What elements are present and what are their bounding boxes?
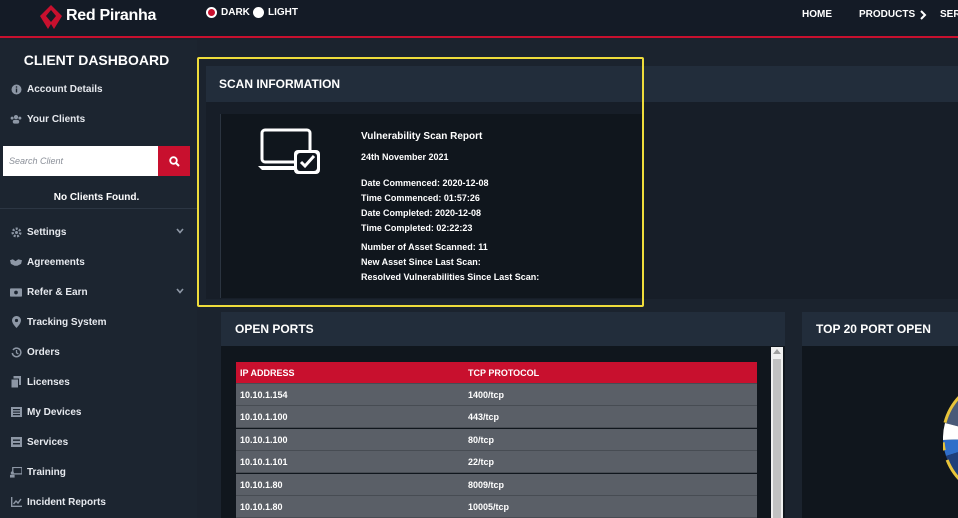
nav-home[interactable]: HOME [802,9,832,20]
no-clients-message: No Clients Found. [53,192,140,203]
table-row[interactable]: 10.10.1.100 80/tcp [236,429,757,451]
users-icon [10,113,22,125]
client-search [3,146,190,176]
top-20-ports-card: TOP 20 PORT OPEN [802,312,958,518]
protocol-cell: 443/tcp [468,411,500,422]
theme-light-label: LIGHT [268,7,298,18]
radio-unselected-icon[interactable] [253,7,264,18]
chart-icon [10,496,22,508]
theme-light-option[interactable]: LIGHT [253,7,298,18]
nav-products[interactable]: PRODUCTS [859,9,927,20]
sidebar-item-label: Your Clients [27,113,86,125]
ip-cell: 10.10.1.100 [240,434,288,445]
sidebar-item-label: Refer & Earn [27,286,88,298]
protocol-cell: 22/tcp [468,456,495,467]
protocol-cell: 8009/tcp [468,479,505,490]
protocol-cell: 10005/tcp [468,501,510,512]
training-icon [10,466,22,478]
sidebar-item-label: Orders [27,346,60,358]
map-pin-icon [10,316,22,328]
ip-cell: 10.10.1.154 [240,389,288,400]
sidebar-item-training[interactable]: Training [10,465,190,479]
table-row[interactable]: 10.10.1.101 22/tcp [236,451,757,473]
sidebar-item-label: Settings [27,226,67,238]
sidebar-item-your-clients[interactable]: Your Clients [10,112,190,126]
sidebar-item-licenses[interactable]: Licenses [10,375,190,389]
sidebar-item-account-details[interactable]: Account Details [10,82,190,96]
services-icon [10,436,22,448]
top-bar: Red Piranha DARK LIGHT HOME PRODUCTS SER [0,0,958,38]
search-icon [168,155,180,167]
sidebar-item-tracking-system[interactable]: Tracking System [10,315,190,329]
sidebar-item-label: My Devices [27,406,82,418]
theme-dark-label: DARK [221,7,250,18]
sidebar-item-label: Account Details [27,83,103,95]
brand-name: Red Piranha [66,7,157,24]
copy-icon [10,376,22,388]
nav-products-label: PRODUCTS [859,9,916,20]
handshake-icon [10,256,22,268]
sidebar-item-my-devices[interactable]: My Devices [10,405,190,419]
info-icon [10,83,22,95]
gear-icon [10,226,22,238]
brand-logo[interactable]: Red Piranha [40,3,156,29]
theme-dark-option[interactable]: DARK [206,7,250,18]
sidebar-item-services[interactable]: Services [10,435,190,449]
ports-scrollbar[interactable] [771,347,783,518]
sidebar-item-label: Tracking System [27,316,107,328]
search-client-input[interactable] [3,146,158,176]
sidebar-item-label: Services [27,436,69,448]
chevron-down-icon [176,286,184,296]
chevron-right-icon [920,9,927,20]
highlight-box [197,57,644,307]
sidebar-item-refer-earn[interactable]: Refer & Earn [10,285,190,299]
ip-cell: 10.10.1.80 [240,501,283,512]
sidebar-item-orders[interactable]: Orders [10,345,190,359]
sidebar-item-settings[interactable]: Settings [10,225,190,239]
sidebar-item-label: Agreements [27,256,85,268]
top-20-ports-title: TOP 20 PORT OPEN [816,322,931,336]
table-row[interactable]: 10.10.1.154 1400/tcp [236,384,757,406]
ip-cell: 10.10.1.101 [240,456,288,467]
protocol-cell: 80/tcp [468,434,495,445]
pie-slice-label: e [954,424,958,434]
scroll-up-arrow-icon[interactable] [773,349,781,354]
ip-cell: 10.10.1.100 [240,411,288,422]
open-ports-title: OPEN PORTS [235,322,314,336]
sidebar-item-label: Licenses [27,376,70,388]
piranha-logo-icon [40,5,62,29]
devices-icon [10,406,22,418]
sidebar-title: CLIENT DASHBOARD [23,52,170,68]
radio-selected-icon[interactable] [206,7,217,18]
top-20-ports-pie-chart[interactable] [943,378,958,498]
search-button[interactable] [158,146,190,176]
table-header-row: IP ADDRESS TCP PROTOCOL [236,362,757,384]
sidebar-item-incident-reports[interactable]: Incident Reports [10,495,190,509]
column-header-ip[interactable]: IP ADDRESS [240,368,295,378]
sidebar-divider [0,208,197,209]
table-row[interactable]: 10.10.1.80 10005/tcp [236,496,757,518]
top-20-ports-header: TOP 20 PORT OPEN [802,312,958,346]
table-row[interactable]: 10.10.1.80 8009/tcp [236,474,757,496]
sidebar-item-label: Incident Reports [27,496,106,508]
scroll-thumb[interactable] [773,359,781,518]
open-ports-header: OPEN PORTS [221,312,785,346]
column-header-protocol[interactable]: TCP PROTOCOL [468,368,539,378]
protocol-cell: 1400/tcp [468,389,505,400]
sidebar-item-label: Training [27,466,66,478]
ip-cell: 10.10.1.80 [240,479,283,490]
money-icon [10,286,22,298]
history-icon [10,346,22,358]
sidebar-item-agreements[interactable]: Agreements [10,255,190,269]
table-row[interactable]: 10.10.1.100 443/tcp [236,406,757,428]
nav-services[interactable]: SER [940,9,958,20]
chevron-down-icon [176,226,184,236]
